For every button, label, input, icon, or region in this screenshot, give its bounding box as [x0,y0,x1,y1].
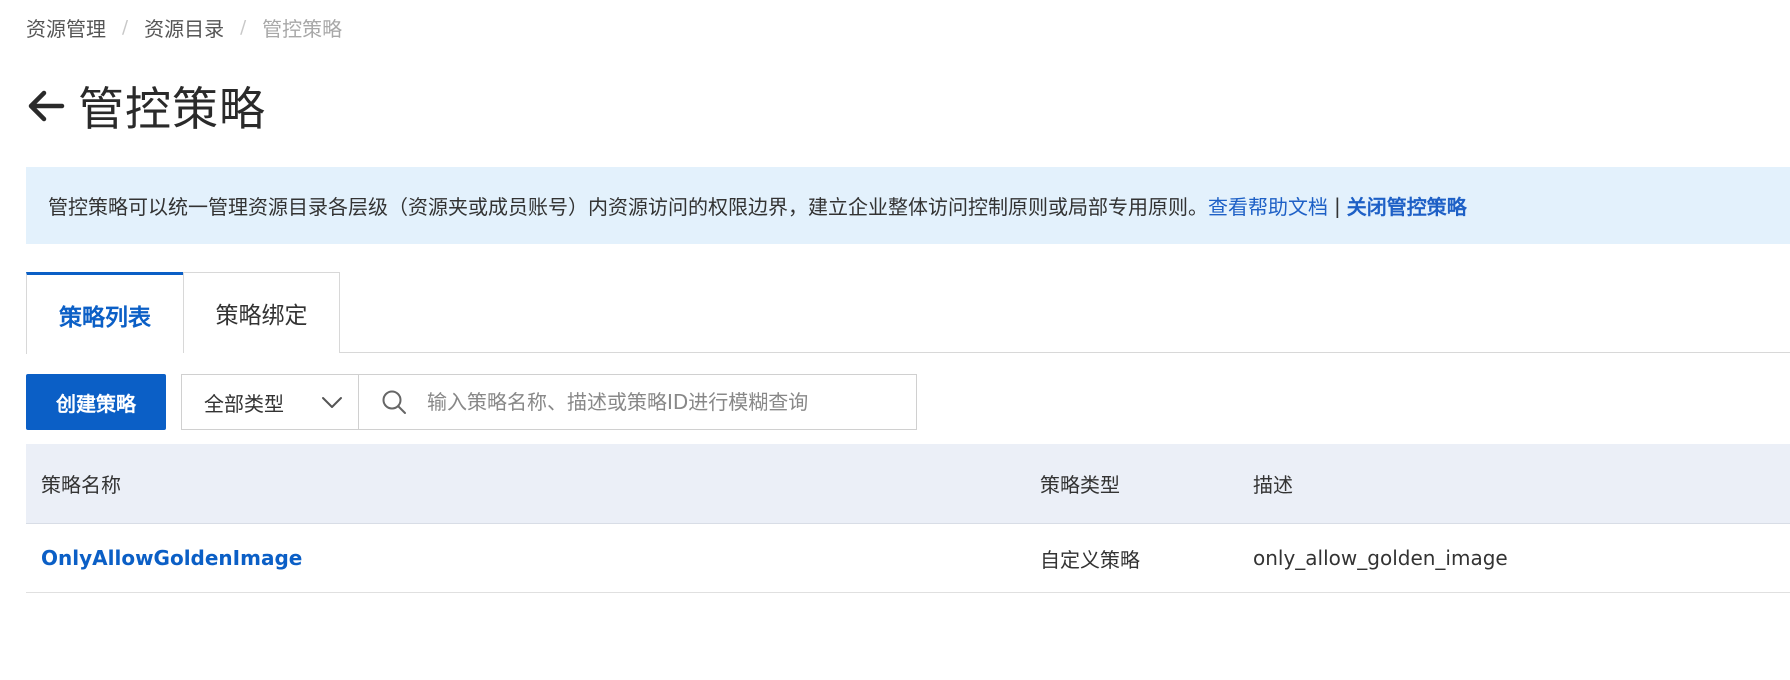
page-header: 管控策略 [26,74,266,138]
breadcrumb: 资源管理 / 资源目录 / 管控策略 [26,12,342,42]
table-row: OnlyAllowGoldenImage 自定义策略 only_allow_go… [26,524,1790,593]
toolbar: 创建策略 全部类型 [26,374,917,430]
column-header-type: 策略类型 [1040,473,1120,497]
search-input[interactable] [427,390,887,414]
policy-type-cell: 自定义策略 [1040,547,1140,572]
tab-bar: 策略列表 策略绑定 [26,272,1790,354]
page-title: 管控策略 [78,82,266,136]
policy-table: 策略名称 策略类型 描述 OnlyAllowGoldenImage 自定义策略 … [26,444,1790,593]
chevron-down-icon [322,397,342,408]
search-box [359,374,917,430]
breadcrumb-separator: / [240,16,247,38]
tab-policy-list[interactable]: 策略列表 [26,272,183,354]
table-header: 策略名称 策略类型 描述 [26,444,1790,524]
column-header-name: 策略名称 [41,473,121,497]
breadcrumb-item-current: 管控策略 [262,16,343,41]
column-header-description: 描述 [1253,473,1293,497]
disable-policy-link[interactable]: 关闭管控策略 [1347,191,1467,220]
back-arrow-icon[interactable] [26,86,66,126]
banner-text: 管控策略可以统一管理资源目录各层级（资源夹或成员账号）内资源访问的权限边界，建立… [48,195,1208,219]
policy-type-select-value: 全部类型 [204,391,284,416]
policy-description-cell: only_allow_golden_image [1253,546,1508,570]
tab-policy-binding[interactable]: 策略绑定 [183,272,340,353]
help-doc-link[interactable]: 查看帮助文档 [1208,191,1328,220]
policy-name-cell: OnlyAllowGoldenImage [26,546,1026,570]
policy-type-select[interactable]: 全部类型 [181,374,359,430]
policy-name-link[interactable]: OnlyAllowGoldenImage [41,546,302,570]
page: 资源管理 / 资源目录 / 管控策略 管控策略 管控策略可以统一管理资源目录各层… [0,0,1790,680]
create-policy-button[interactable]: 创建策略 [26,374,166,430]
search-icon [382,390,406,414]
breadcrumb-separator: / [122,16,129,38]
info-banner: 管控策略可以统一管理资源目录各层级（资源夹或成员账号）内资源访问的权限边界，建立… [26,167,1790,244]
breadcrumb-item-resource-management[interactable]: 资源管理 [26,13,106,42]
breadcrumb-item-resource-directory[interactable]: 资源目录 [144,13,224,42]
banner-divider: | [1334,193,1341,218]
